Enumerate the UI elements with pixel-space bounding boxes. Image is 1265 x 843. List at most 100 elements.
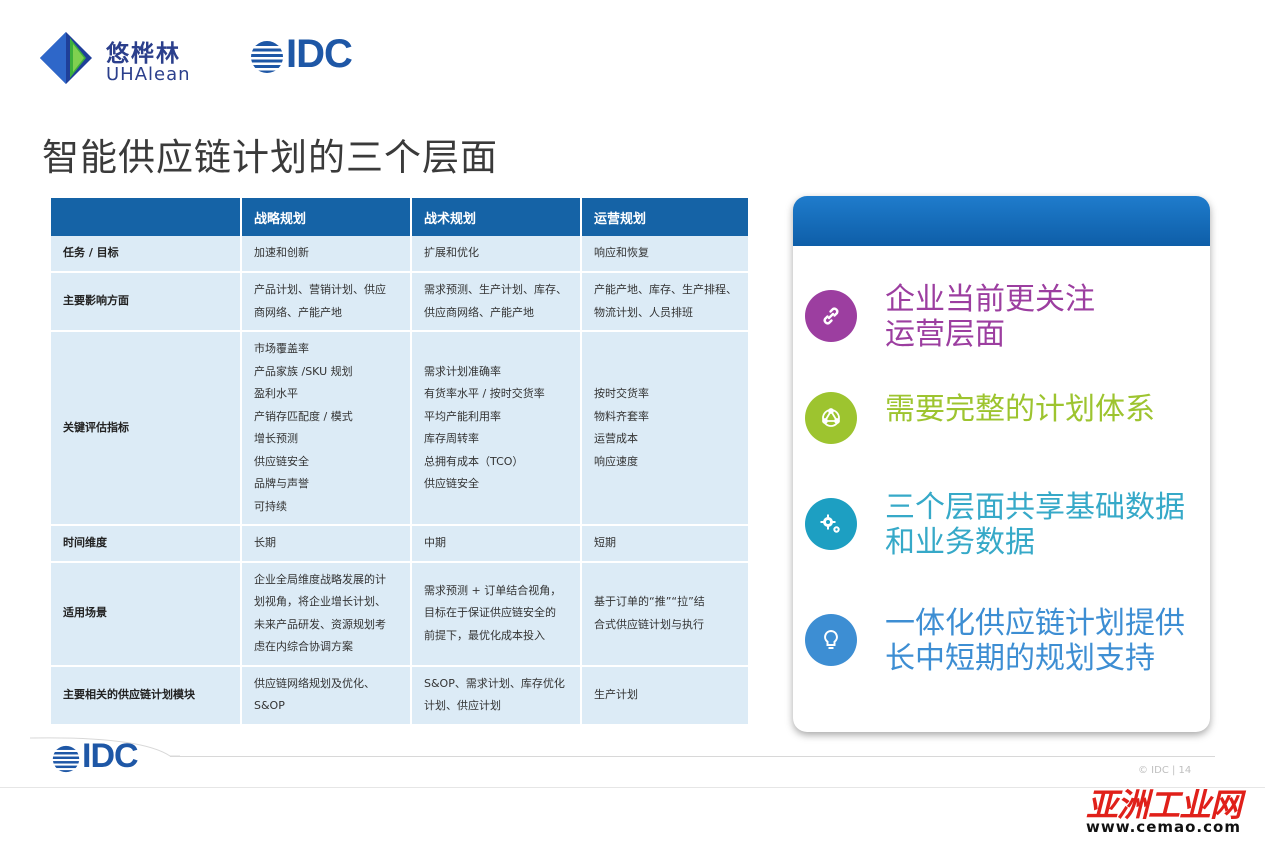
table-cell: 产品计划、营销计划、供应 商网络、产能产地 — [241, 272, 412, 332]
cell-line: 供应链安全 — [254, 454, 309, 468]
cell-line: 物流计划、人员排班 — [594, 305, 693, 319]
point-circle — [805, 498, 857, 550]
cell-line: 供应商网络、产能产地 — [424, 305, 534, 319]
uhalean-logo: 悠桦林 UHAlean — [40, 30, 200, 90]
idc-logo-bottom: IDC — [52, 737, 152, 778]
network-icon — [822, 408, 840, 427]
cell-line: 响应速度 — [594, 454, 638, 468]
table-header-row: 战略规划 战术规划 运营规划 — [51, 198, 750, 236]
cell-line: 未来产品研发、资源规划考 — [254, 617, 386, 631]
table-row: 时间维度 长期 中期 短期 — [51, 525, 750, 563]
point-line: 运营层面 — [885, 317, 1005, 352]
cell-line: 盈利水平 — [254, 387, 298, 400]
uhalean-logo-en: UHAlean — [106, 64, 191, 85]
point-text: 三个层面共享基础数据 和业务数据 — [885, 490, 1185, 560]
bottom-rule — [0, 787, 1265, 788]
idc-globe-icon — [52, 745, 80, 773]
idc-logo-text: IDC — [286, 32, 353, 76]
cell-line: 响应和恢复 — [594, 246, 649, 260]
cell-line: 短期 — [594, 536, 616, 549]
cell-line: 有货率水平 / 按时交货率 — [424, 387, 545, 400]
cell-line: 市场覆盖率 — [254, 342, 309, 355]
cell-line: 物料齐套率 — [594, 409, 649, 423]
idc-logo-text: IDC — [82, 737, 139, 775]
table-cell: 长期 — [241, 525, 412, 563]
table-cell: 生产计划 — [581, 665, 750, 726]
row-label: 主要影响方面 — [51, 272, 242, 332]
point-line: 长中短期的规划支持 — [885, 641, 1155, 676]
copyright-page-number: © IDC | 14 — [1138, 765, 1192, 776]
row-label: 任务 / 目标 — [51, 236, 242, 273]
point-line: 和业务数据 — [885, 525, 1035, 560]
table-cell: S&OP、需求计划、库存优化 计划、供应计划 — [411, 665, 582, 726]
cell-line: 产销存匹配度 / 模式 — [254, 409, 353, 423]
table-cell: 供应链网络规划及优化、 S&OP — [241, 665, 412, 726]
table-cell: 需求预测、生产计划、库存、 供应商网络、产能产地 — [411, 272, 582, 332]
point-text: 需要完整的计划体系 — [885, 392, 1155, 427]
point-line: 三个层面共享基础数据 — [885, 490, 1185, 525]
table-cell: 响应和恢复 — [581, 236, 750, 273]
cell-line: 企业全局维度战略发展的计 — [254, 572, 386, 586]
uhalean-logo-cn: 悠桦林 — [106, 41, 181, 67]
row-label: 时间维度 — [51, 525, 242, 563]
cell-line: 需求计划准确率 — [424, 364, 501, 378]
table-header-cell: 战术规划 — [411, 198, 582, 236]
table-row: 主要相关的供应链计划模块 供应链网络规划及优化、 S&OP S&OP、需求计划、库存优… — [51, 665, 750, 726]
table-cell: 产能产地、库存、生产排程、 物流计划、人员排班 — [581, 272, 750, 332]
cell-line: 需求预测 + 订单结合视角， — [424, 583, 562, 597]
cell-line: 供应链网络规划及优化、 — [254, 676, 375, 690]
watermark-url: www.cemao.com — [1086, 818, 1241, 836]
planning-levels-table: 战略规划 战术规划 运营规划 任务 / 目标 加速和创新 扩展和优化 响应和恢复主要影… — [51, 198, 750, 726]
cell-line: 需求预测、生产计划、库存、 — [424, 283, 567, 296]
cell-line: 生产计划 — [594, 687, 638, 701]
uhalean-logo-mark-icon — [40, 32, 92, 84]
footer-divider-line — [170, 756, 1215, 757]
cell-line: 可持续 — [254, 499, 287, 513]
point-text: 一体化供应链计划提供 长中短期的规划支持 — [885, 606, 1185, 676]
table-cell: 加速和创新 — [241, 236, 412, 273]
cell-line: 虑在内综合协调方案 — [254, 640, 353, 653]
row-label: 关键评估指标 — [51, 331, 242, 526]
table-cell: 基于订单的“推”“拉”结 合式供应链计划与执行 — [581, 561, 750, 667]
cell-line: 目标在于保证供应链安全的 — [424, 606, 556, 620]
cell-line: S&OP — [254, 699, 285, 712]
table-row: 主要影响方面 产品计划、营销计划、供应 商网络、产能产地 需求预测、生产计划、库存、供… — [51, 272, 750, 332]
table-row: 任务 / 目标 加速和创新 扩展和优化 响应和恢复 — [51, 236, 750, 273]
card-header-band — [793, 196, 1210, 246]
table-cell: 扩展和优化 — [411, 236, 582, 273]
cell-line: 产品计划、营销计划、供应 — [254, 283, 386, 296]
table-header-cell — [51, 198, 242, 236]
cell-line: 增长预测 — [254, 432, 298, 445]
cell-line: 库存周转率 — [424, 432, 479, 445]
cell-line: 供应链安全 — [424, 477, 479, 490]
cell-line: 长期 — [254, 536, 276, 549]
row-label: 主要相关的供应链计划模块 — [51, 665, 242, 726]
cell-line: 总拥有成本（TCO） — [424, 454, 524, 468]
cell-line: 产能产地、库存、生产排程、 — [594, 283, 737, 296]
cell-line: 平均产能利用率 — [424, 409, 501, 423]
idc-logo-top: IDC — [250, 32, 370, 82]
cell-line: 划视角，将企业增长计划、 — [254, 595, 386, 608]
cell-line: 加速和创新 — [254, 246, 309, 260]
table-cell: 中期 — [411, 525, 582, 563]
cell-line: 扩展和优化 — [424, 246, 479, 260]
cell-line: 运营成本 — [594, 432, 638, 445]
cell-line: 前提下，最优化成本投入 — [424, 628, 545, 642]
table-header-cell: 战略规划 — [241, 198, 412, 236]
cell-line: 基于订单的“推”“拉”结 — [594, 595, 705, 608]
point-text: 企业当前更关注 运营层面 — [885, 282, 1095, 352]
point-circle — [805, 290, 857, 342]
table-cell: 需求预测 + 订单结合视角， 目标在于保证供应链安全的 前提下，最优化成本投入 — [411, 561, 582, 667]
cell-line: 商网络、产能产地 — [254, 305, 342, 319]
table-row: 适用场景 企业全局维度战略发展的计 划视角，将企业增长计划、 未来产品研发、资源规划考… — [51, 561, 750, 667]
cell-line: S&OP、需求计划、库存优化 — [424, 676, 565, 690]
table-cell: 市场覆盖率产品家族 /SKU 规划 盈利水平产销存匹配度 / 模式 增长预测供应链安… — [241, 331, 412, 526]
table-cell: 企业全局维度战略发展的计 划视角，将企业增长计划、 未来产品研发、资源规划考 虑在内综… — [241, 561, 412, 667]
gears-icon — [820, 514, 840, 533]
table-cell: 按时交货率 物料齐套率 运营成本 响应速度 — [581, 331, 750, 526]
lightbulb-icon — [824, 629, 838, 649]
cell-line: 产品家族 /SKU 规划 — [254, 364, 353, 378]
point-circle — [805, 392, 857, 444]
cell-line: 计划、供应计划 — [424, 699, 501, 712]
cell-line: 中期 — [424, 536, 446, 549]
